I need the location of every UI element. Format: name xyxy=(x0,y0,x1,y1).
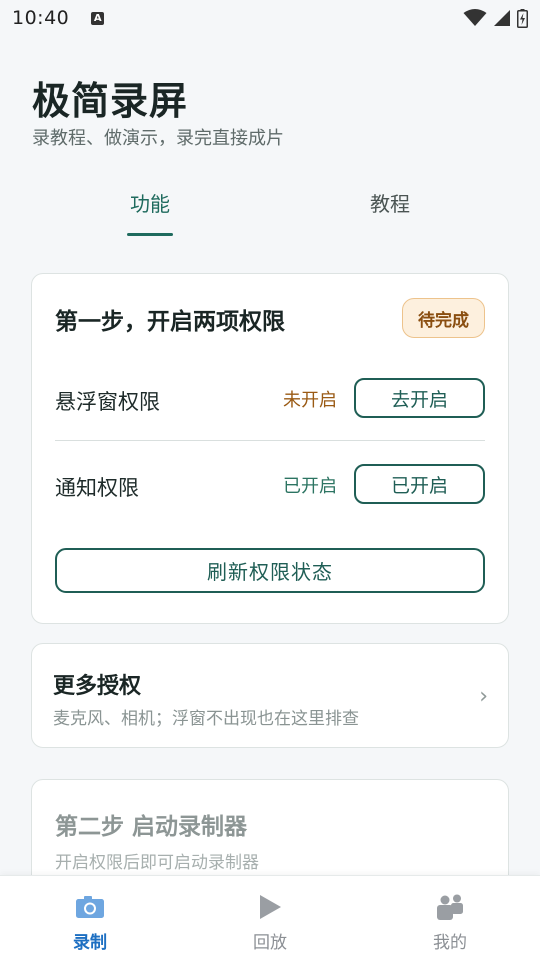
notification-permission-status: 已开启 xyxy=(283,476,337,497)
signal-icon xyxy=(494,10,510,26)
tab-functions[interactable]: 功能 xyxy=(90,188,210,217)
notification-enabled-button[interactable]: 已开启 xyxy=(354,464,485,504)
step2-title: 第二步 启动录制器 xyxy=(55,814,248,840)
step1-card: 第一步，开启两项权限 待完成 悬浮窗权限 未开启 去开启 通知权限 已开启 已开… xyxy=(31,273,509,624)
step2-description: 开启权限后即可启动录制器 xyxy=(55,853,259,873)
pending-badge: 待完成 xyxy=(402,298,485,338)
chevron-right-icon: › xyxy=(479,684,488,709)
a-icon: A xyxy=(91,11,105,25)
nav-playback[interactable]: 回放 xyxy=(210,876,330,960)
nav-record[interactable]: 录制 xyxy=(30,876,150,960)
overlay-permission-status: 未开启 xyxy=(283,390,337,411)
refresh-permissions-button[interactable]: 刷新权限状态 xyxy=(55,548,485,593)
nav-mine-label: 我的 xyxy=(433,933,467,953)
more-authorization-title: 更多授权 xyxy=(53,674,142,699)
status-icons xyxy=(463,8,528,28)
notification-permission-label: 通知权限 xyxy=(55,476,139,500)
divider xyxy=(55,440,485,441)
camera-icon xyxy=(76,896,104,918)
status-bar: 10:40 A xyxy=(0,0,540,36)
people-icon xyxy=(437,894,463,920)
nav-mine[interactable]: 我的 xyxy=(390,876,510,960)
wifi-icon xyxy=(463,9,487,26)
app-subtitle: 录教程、做演示，录完直接成片 xyxy=(32,128,284,149)
step1-title: 第一步，开启两项权限 xyxy=(55,309,285,335)
status-time: 10:40 xyxy=(12,7,70,29)
tab-tutorial[interactable]: 教程 xyxy=(330,188,450,217)
overlay-permission-label: 悬浮窗权限 xyxy=(55,390,160,414)
nav-playback-label: 回放 xyxy=(253,933,287,953)
more-authorization-card[interactable]: 更多授权 麦克风、相机；浮窗不出现也在这里排查 › xyxy=(31,643,509,748)
app-title: 极简录屏 xyxy=(32,79,189,123)
enable-overlay-button[interactable]: 去开启 xyxy=(354,378,485,418)
battery-icon xyxy=(517,8,528,28)
tab-indicator xyxy=(127,233,173,236)
nav-record-label: 录制 xyxy=(73,933,107,953)
bottom-navigation: 录制 回放 我的 xyxy=(0,875,540,960)
play-icon xyxy=(260,895,281,919)
more-authorization-description: 麦克风、相机；浮窗不出现也在这里排查 xyxy=(53,709,359,729)
